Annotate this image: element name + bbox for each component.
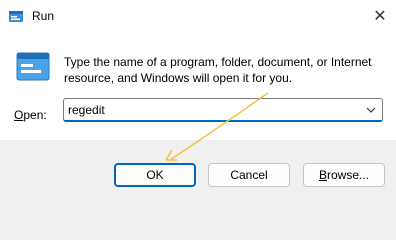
run-icon bbox=[8, 8, 24, 24]
title-bar: Run ✕ bbox=[0, 0, 396, 32]
run-dialog: Run ✕ Type the name of a program, folder… bbox=[0, 0, 396, 203]
ok-button[interactable]: OK bbox=[114, 163, 196, 187]
open-input[interactable] bbox=[68, 102, 356, 118]
chevron-down-icon[interactable] bbox=[364, 102, 378, 118]
browse-accelerator: B bbox=[318, 168, 327, 182]
cancel-button[interactable]: Cancel bbox=[208, 163, 290, 187]
open-combobox[interactable] bbox=[63, 98, 383, 122]
run-large-icon bbox=[16, 50, 50, 82]
dialog-footer: OK Cancel Browse... bbox=[0, 140, 396, 203]
dialog-description: Type the name of a program, folder, docu… bbox=[64, 55, 372, 85]
browse-label: rowse... bbox=[327, 168, 370, 182]
close-icon: ✕ bbox=[373, 8, 387, 25]
window-title: Run bbox=[32, 9, 55, 23]
browse-button[interactable]: Browse... bbox=[303, 163, 385, 187]
open-label-accelerator: O bbox=[14, 108, 24, 122]
close-button[interactable]: ✕ bbox=[364, 0, 396, 32]
open-label-text: pen: bbox=[23, 108, 47, 122]
open-label: Open: bbox=[14, 108, 47, 122]
dialog-body: Type the name of a program, folder, docu… bbox=[0, 32, 396, 140]
